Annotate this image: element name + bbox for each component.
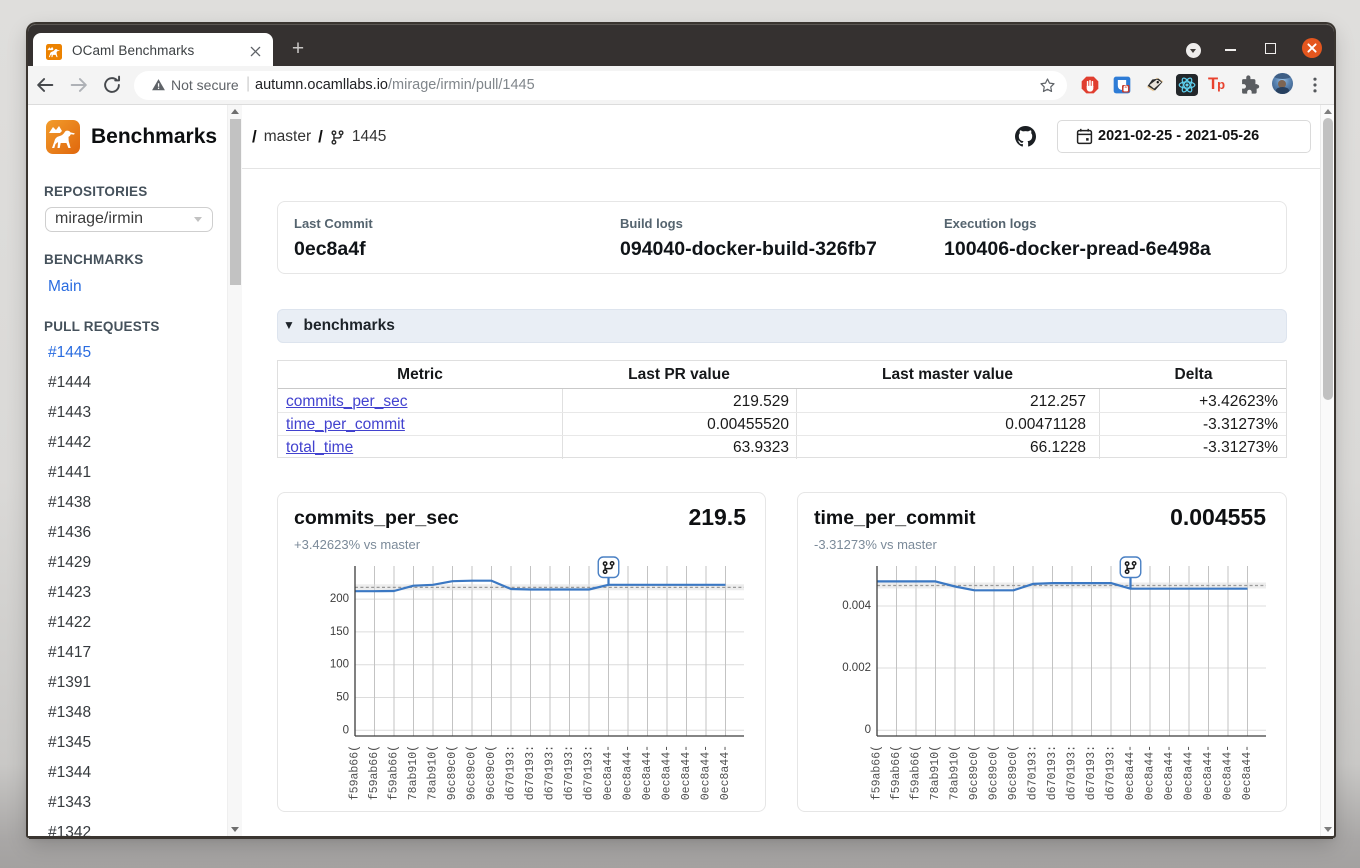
svg-text:0.002: 0.002	[842, 662, 871, 674]
svg-text:78ab910(: 78ab910(	[407, 745, 420, 800]
svg-text:150: 150	[330, 626, 349, 638]
svg-text:d670193:: d670193:	[505, 745, 518, 800]
svg-text:0ec8a44-: 0ec8a44-	[602, 745, 615, 800]
svg-text:0ec8a44-: 0ec8a44-	[661, 745, 674, 800]
svg-text:d670193:: d670193:	[1105, 745, 1118, 800]
svg-text:0: 0	[865, 724, 871, 736]
svg-text:0ec8a44-: 0ec8a44-	[700, 745, 713, 800]
svg-text:d670193:: d670193:	[544, 745, 557, 800]
svg-text:f59ab66(: f59ab66(	[890, 745, 903, 800]
svg-text:0ec8a44-: 0ec8a44-	[1124, 745, 1137, 800]
svg-text:0ec8a44-: 0ec8a44-	[719, 745, 732, 800]
svg-text:d670193:: d670193:	[1085, 745, 1098, 800]
svg-text:d670193:: d670193:	[583, 745, 596, 800]
svg-text:96c89c0(: 96c89c0(	[988, 745, 1001, 800]
svg-text:78ab910(: 78ab910(	[929, 745, 942, 800]
svg-text:0ec8a44-: 0ec8a44-	[680, 745, 693, 800]
svg-text:0.004: 0.004	[842, 600, 871, 612]
svg-text:0: 0	[343, 724, 349, 736]
svg-text:0ec8a44-: 0ec8a44-	[1202, 745, 1215, 800]
svg-text:d670193:: d670193:	[1046, 745, 1059, 800]
svg-text:0ec8a44-: 0ec8a44-	[641, 745, 654, 800]
svg-text:0ec8a44-: 0ec8a44-	[1241, 745, 1254, 800]
svg-text:f59ab66(: f59ab66(	[368, 745, 381, 800]
svg-text:96c89c0(: 96c89c0(	[466, 745, 479, 800]
svg-text:96c89c0(: 96c89c0(	[1007, 745, 1020, 800]
svg-text:0ec8a44-: 0ec8a44-	[1222, 745, 1235, 800]
svg-text:0ec8a44-: 0ec8a44-	[1163, 745, 1176, 800]
svg-text:0ec8a44-: 0ec8a44-	[1144, 745, 1157, 800]
svg-text:78ab910(: 78ab910(	[949, 745, 962, 800]
svg-text:50: 50	[336, 692, 349, 704]
svg-text:d670193:: d670193:	[1066, 745, 1079, 800]
svg-text:d670193:: d670193:	[524, 745, 537, 800]
svg-text:f59ab66(: f59ab66(	[349, 745, 362, 800]
svg-text:0ec8a44-: 0ec8a44-	[622, 745, 635, 800]
svg-text:f59ab66(: f59ab66(	[910, 745, 923, 800]
svg-text:d670193:: d670193:	[563, 745, 576, 800]
svg-text:96c89c0(: 96c89c0(	[446, 745, 459, 800]
svg-text:f59ab66(: f59ab66(	[388, 745, 401, 800]
svg-text:0ec8a44-: 0ec8a44-	[1183, 745, 1196, 800]
svg-text:200: 200	[330, 593, 349, 605]
svg-text:96c89c0(: 96c89c0(	[968, 745, 981, 800]
svg-text:100: 100	[330, 659, 349, 671]
svg-text:78ab910(: 78ab910(	[427, 745, 440, 800]
svg-text:d670193:: d670193:	[1027, 745, 1040, 800]
svg-text:96c89c0(: 96c89c0(	[485, 745, 498, 800]
svg-text:f59ab66(: f59ab66(	[871, 745, 884, 800]
